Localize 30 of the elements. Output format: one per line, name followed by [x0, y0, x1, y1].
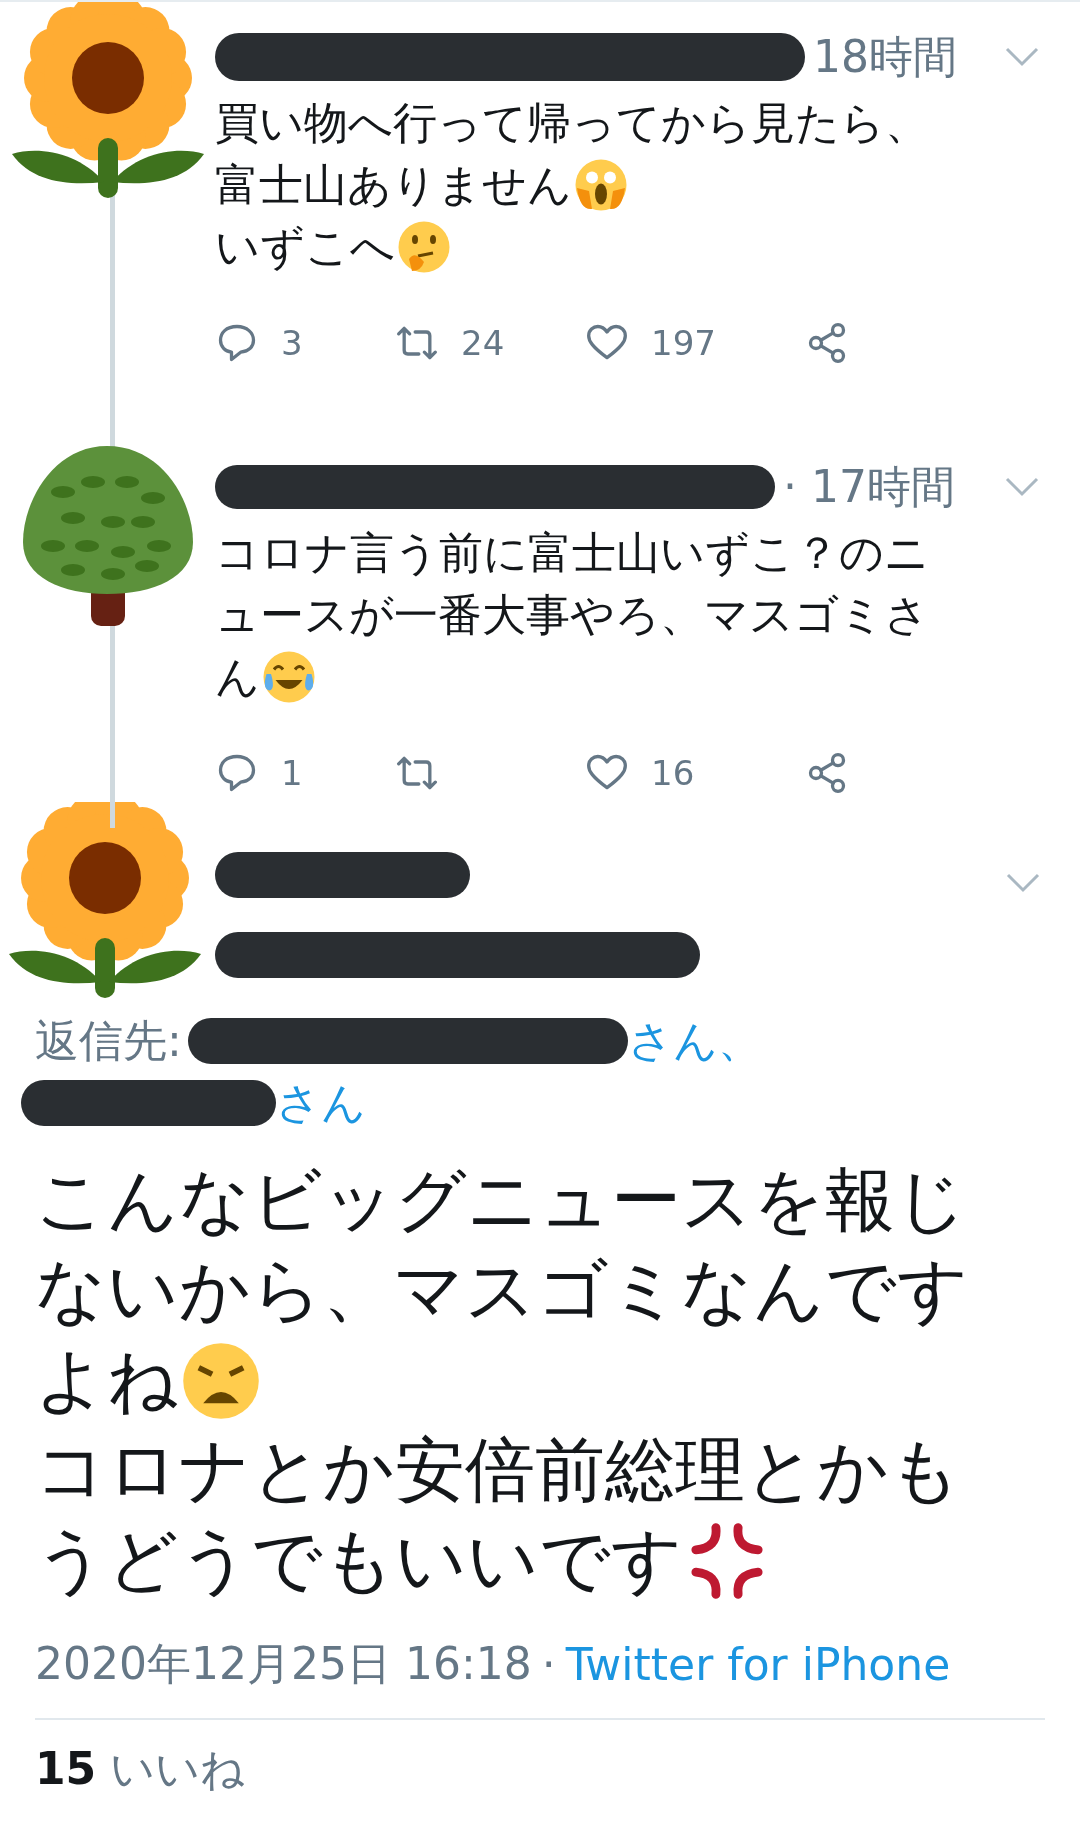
weary-face-icon — [181, 1341, 261, 1421]
tweet-time: 18時間 — [813, 29, 957, 84]
likes-label: いいね — [110, 1742, 246, 1796]
mention-link[interactable]: さん — [276, 1073, 366, 1133]
action-count: 24 — [461, 323, 505, 363]
action-count: 3 — [281, 323, 303, 363]
laughing-face-icon — [262, 650, 316, 704]
tweet-time: · 17時間 — [783, 459, 955, 514]
tweet-text: いずこへ — [215, 219, 395, 274]
mention-link[interactable]: さん、 — [627, 1011, 762, 1071]
tweet-text: コロナ言う前に富士山いずこ？のニ — [215, 525, 929, 580]
source-link[interactable]: Twitter for iPhone — [565, 1638, 951, 1690]
tweet-text: 富士山ありません — [215, 157, 572, 212]
action-count: 1 — [281, 753, 303, 793]
tweet-text: ん — [215, 649, 260, 704]
like-count: 15 — [35, 1743, 97, 1794]
tweet-text: ュースが一番大事やろ、マスゴミさ — [215, 587, 929, 642]
separator-dot: · — [541, 1638, 556, 1690]
tweet-text: 買い物へ行って帰ってから見たら、 — [215, 95, 929, 150]
action-count: 197 — [651, 323, 716, 363]
tweet-text: うどうでもいいです — [35, 1518, 683, 1603]
screaming-face-icon — [574, 158, 628, 212]
tweet-date: 2020年12月25日 16:18 — [35, 1636, 532, 1691]
tweet-text: ないから、マスゴミなんです — [35, 1248, 969, 1333]
tweet-text: コロナとか安倍前総理とかも — [35, 1428, 961, 1513]
thinking-face-icon — [397, 220, 451, 274]
action-count: 16 — [651, 753, 695, 793]
tweet-text: よね — [35, 1338, 179, 1423]
reply-to-label: 返信先: — [35, 1013, 182, 1068]
tweet-text: こんなビッグニュースを報じ — [35, 1158, 967, 1243]
